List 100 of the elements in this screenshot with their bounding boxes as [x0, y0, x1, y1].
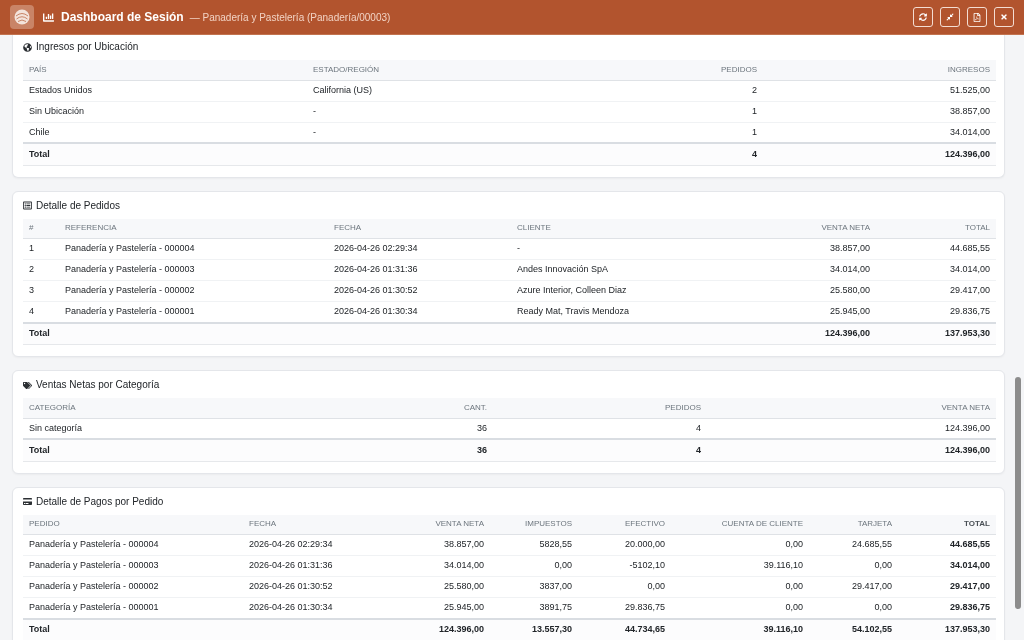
section-title: Detalle de Pagos por Pedido: [36, 494, 164, 509]
table-cell: Panadería y Pastelería - 000002: [59, 280, 328, 302]
logo-icon: [10, 5, 34, 29]
table-cell: 4: [23, 301, 59, 323]
total-cell: 44.734,65: [578, 618, 671, 640]
table-cell: 2026-04-26 01:31:36: [243, 555, 401, 577]
table-cell: Panadería y Pastelería - 000004: [59, 238, 328, 260]
table-cell: 38.857,00: [741, 238, 876, 260]
column-header: ESTADO/REGIÓN: [307, 60, 591, 80]
refresh-icon: [919, 13, 927, 21]
total-label: Total: [23, 618, 243, 640]
total-cell: 39.116,10: [671, 618, 809, 640]
table-cell: 25.945,00: [741, 301, 876, 323]
total-cell: 54.102,55: [809, 618, 898, 640]
total-cell: 124.396,00: [707, 439, 996, 461]
table-cell: 34.014,00: [763, 122, 996, 143]
table-cell: 38.857,00: [763, 101, 996, 122]
globe-icon: [23, 42, 32, 52]
column-header: #: [23, 218, 59, 239]
table-cell: 0,00: [490, 555, 578, 577]
window-subtitle: — Panadería y Pastelería (Panadería/00003): [189, 10, 391, 25]
table-cell: 4: [493, 418, 707, 439]
total-cell: 137.953,30: [876, 322, 996, 345]
table-cell: 25.945,00: [401, 597, 490, 619]
scrollbar-thumb[interactable]: [1015, 377, 1021, 609]
table-cell: 0,00: [671, 534, 809, 556]
table-cell: Panadería y Pastelería - 000004: [23, 534, 243, 556]
table-cell: 34.014,00: [741, 259, 876, 281]
credit-card-icon: [23, 497, 32, 506]
total-cell: 4: [493, 439, 707, 461]
table-cell: -: [511, 238, 741, 260]
table-cell: 3891,75: [490, 597, 578, 619]
table-cell: Estados Unidos: [23, 80, 307, 101]
total-label: Total: [23, 143, 307, 165]
table-cell: 34.014,00: [876, 259, 996, 281]
table-cell: 3: [23, 280, 59, 302]
table-cell: 2026-04-26 01:30:34: [243, 597, 401, 619]
table-cell: 2026-04-26 01:30:34: [328, 301, 511, 323]
close-button[interactable]: [994, 7, 1014, 27]
compress-button[interactable]: [940, 7, 960, 27]
column-header: PAÍS: [23, 60, 307, 80]
total-cell: 137.953,30: [898, 618, 996, 640]
column-header: PEDIDOS: [493, 398, 707, 418]
total-label: Total: [23, 322, 59, 345]
table-cell: Azure Interior, Colleen Diaz: [511, 280, 741, 302]
column-header: CANT.: [281, 398, 493, 418]
total-cell: 36: [281, 439, 493, 461]
table-cell: 0,00: [671, 576, 809, 598]
table-cell: Andes Innovación SpA: [511, 259, 741, 281]
column-header: IMPUESTOS: [490, 514, 578, 535]
section-title: Ingresos por Ubicación: [36, 40, 139, 54]
table-cell: 2: [591, 80, 763, 101]
table-cell: -: [307, 101, 591, 122]
table-cell: 1: [591, 122, 763, 143]
refresh-button[interactable]: [913, 7, 933, 27]
table-cell: Panadería y Pastelería - 000002: [23, 576, 243, 598]
table-cell: 1: [23, 238, 59, 260]
table-cell: 44.685,55: [876, 238, 996, 260]
table-cell: Panadería y Pastelería - 000003: [59, 259, 328, 281]
table-cell: 34.014,00: [401, 555, 490, 577]
window-title: Dashboard de Sesión: [61, 9, 184, 26]
table-cell: 2026-04-26 01:30:52: [243, 576, 401, 598]
table-cell: -: [307, 122, 591, 143]
column-header: PEDIDO: [23, 514, 243, 535]
column-header: CATEGORÍA: [23, 398, 281, 418]
list-icon: [23, 201, 32, 210]
column-header: FECHA: [328, 218, 511, 239]
table-cell: Panadería y Pastelería - 000001: [59, 301, 328, 323]
column-header: PEDIDOS: [591, 60, 763, 80]
column-header: TARJETA: [809, 514, 898, 535]
total-label: Total: [23, 439, 281, 461]
table-cell: Chile: [23, 122, 307, 143]
table-cell: California (US): [307, 80, 591, 101]
table-cell: 29.417,00: [898, 576, 996, 598]
table-cell: 3837,00: [490, 576, 578, 598]
total-cell: 124.396,00: [763, 143, 996, 165]
table-cell: Ready Mat, Travis Mendoza: [511, 301, 741, 323]
table-cell: 2026-04-26 01:31:36: [328, 259, 511, 281]
column-header: TOTAL: [898, 514, 996, 535]
table-cell: Panadería y Pastelería - 000001: [23, 597, 243, 619]
table-cell: 38.857,00: [401, 534, 490, 556]
column-header: FECHA: [243, 514, 401, 535]
section-title: Ventas Netas por Categoría: [36, 378, 160, 392]
table-cell: 0,00: [809, 555, 898, 577]
table-cell: Sin categoría: [23, 418, 281, 439]
column-header: INGRESOS: [763, 60, 996, 80]
total-cell: 13.557,30: [490, 618, 578, 640]
table-cell: 2026-04-26 02:29:34: [328, 238, 511, 260]
table-cell: 25.580,00: [741, 280, 876, 302]
table-cell: -5102,10: [578, 555, 671, 577]
table-cell: 1: [591, 101, 763, 122]
table-cell: 2026-04-26 02:29:34: [243, 534, 401, 556]
column-header: REFERENCIA: [59, 218, 328, 239]
pdf-button[interactable]: [967, 7, 987, 27]
column-header: VENTA NETA: [401, 514, 490, 535]
table-cell: 29.836,75: [876, 301, 996, 323]
table-cell: 5828,55: [490, 534, 578, 556]
table-cell: 29.417,00: [876, 280, 996, 302]
column-header: EFECTIVO: [578, 514, 671, 535]
table-cell: 2026-04-26 01:30:52: [328, 280, 511, 302]
